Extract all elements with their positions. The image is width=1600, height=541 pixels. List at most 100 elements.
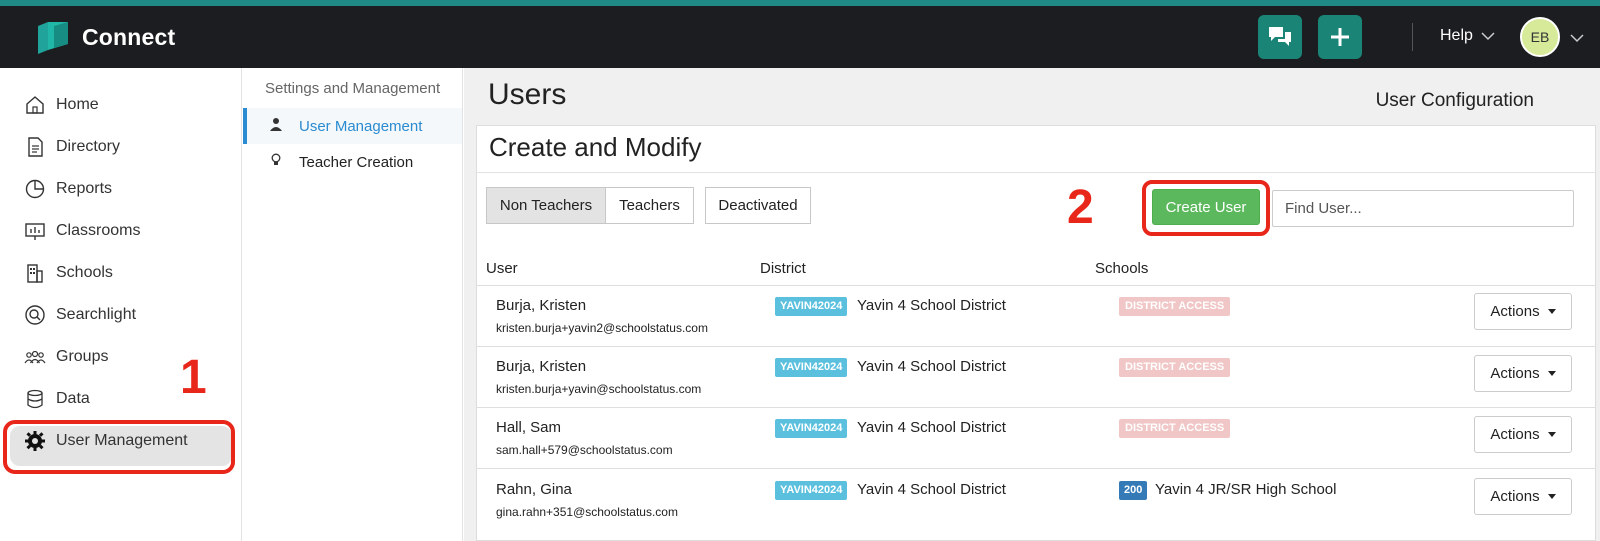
help-label: Help — [1440, 27, 1473, 44]
sidebar-item-label: Schools — [56, 264, 113, 281]
user-email: gina.rahn+351@schoolstatus.com — [496, 505, 678, 519]
top-bar: Connect Help EB — [0, 6, 1600, 68]
district-access-badge: DISTRICT ACCESS — [1119, 358, 1231, 377]
sidebar-item-label: Groups — [56, 348, 109, 365]
district-code-badge: YAVIN42024 — [775, 358, 848, 377]
lightbulb-icon — [269, 153, 283, 171]
subnav-item-label: User Management — [299, 117, 423, 135]
sidebar-item-label: Data — [56, 390, 90, 407]
actions-dropdown-button[interactable]: Actions — [1474, 293, 1572, 330]
district-code-badge: YAVIN42024 — [775, 297, 848, 316]
actions-label: Actions — [1490, 303, 1540, 320]
brand[interactable]: Connect — [36, 20, 175, 54]
sidebar-item-data[interactable]: Data — [24, 384, 90, 414]
tab-deactivated[interactable]: Deactivated — [705, 187, 811, 224]
sidebar-item-label: Reports — [56, 180, 113, 197]
sidebar-item-home[interactable]: Home — [24, 90, 99, 120]
table-divider — [477, 285, 1595, 286]
app-name: Connect — [82, 23, 176, 50]
connect-logo-icon — [36, 20, 70, 54]
sidebar-item-schools[interactable]: Schools — [24, 258, 113, 288]
user-email: kristen.burja+yavin2@schoolstatus.com — [496, 321, 708, 335]
district-name: Yavin 4 School District — [857, 419, 1006, 436]
topbar-divider — [1412, 23, 1413, 51]
person-icon — [269, 117, 283, 135]
chat-icon — [1269, 27, 1291, 46]
district-code-badge: YAVIN42024 — [775, 419, 848, 438]
searchlight-icon — [25, 305, 45, 325]
find-user-input[interactable] — [1272, 190, 1574, 227]
caret-down-icon — [1547, 432, 1556, 437]
avatar[interactable]: EB — [1520, 17, 1560, 57]
annotation-step2-number: 2 — [1067, 181, 1094, 234]
schools-icon — [27, 264, 43, 283]
actions-label: Actions — [1490, 426, 1540, 443]
actions-dropdown-button[interactable]: Actions — [1474, 355, 1572, 392]
sidebar-item-groups[interactable]: Groups — [24, 342, 108, 372]
home-icon — [26, 96, 44, 114]
user-name[interactable]: Rahn, Gina — [496, 481, 572, 498]
user-configuration-link[interactable]: User Configuration — [1376, 90, 1534, 112]
subnav-item-label: Teacher Creation — [299, 153, 414, 171]
actions-dropdown-button[interactable]: Actions — [1474, 478, 1572, 515]
table-divider — [477, 407, 1595, 408]
subnav-item-teacher-creation[interactable]: Teacher Creation — [243, 144, 462, 180]
sidebar-item-label: Classrooms — [56, 222, 141, 239]
sidebar-item-searchlight[interactable]: Searchlight — [24, 300, 136, 330]
table-divider — [477, 346, 1595, 347]
sidebar-item-reports[interactable]: Reports — [24, 174, 112, 204]
settings-subnav: Settings and Management User Management … — [243, 68, 463, 541]
district-name: Yavin 4 School District — [857, 358, 1006, 375]
tab-non-teachers[interactable]: Non Teachers — [486, 187, 606, 224]
chevron-down-icon[interactable] — [1570, 30, 1584, 48]
subnav-title: Settings and Management — [265, 80, 441, 97]
school-name: Yavin 4 JR/SR High School — [1155, 481, 1337, 498]
district-name: Yavin 4 School District — [857, 481, 1006, 498]
caret-down-icon — [1547, 309, 1556, 314]
directory-icon — [28, 137, 43, 157]
actions-dropdown-button[interactable]: Actions — [1474, 416, 1572, 453]
table-divider — [477, 468, 1595, 469]
sidebar-item-label: Searchlight — [56, 306, 137, 323]
sidebar-item-classrooms[interactable]: Classrooms — [24, 216, 140, 246]
panel-title: Create and Modify — [489, 132, 702, 162]
add-button[interactable] — [1318, 15, 1362, 59]
user-name[interactable]: Hall, Sam — [496, 419, 561, 436]
page-title: Users — [488, 78, 567, 111]
district-access-badge: DISTRICT ACCESS — [1119, 419, 1231, 438]
annotation-highlight-step2 — [1142, 180, 1270, 236]
column-header-district: District — [760, 260, 806, 277]
chevron-down-icon — [1481, 31, 1495, 40]
annotation-step1-number: 1 — [180, 351, 207, 404]
sidebar: Home Directory Reports Classrooms School… — [0, 68, 242, 541]
sidebar-item-label: Home — [56, 96, 99, 113]
reports-icon — [25, 179, 45, 199]
school-code-badge: 200 — [1119, 481, 1148, 500]
user-name[interactable]: Burja, Kristen — [496, 358, 586, 375]
panel-divider — [477, 172, 1595, 173]
subnav-item-user-management[interactable]: User Management — [243, 108, 462, 144]
sidebar-item-directory[interactable]: Directory — [24, 132, 120, 162]
column-header-schools: Schools — [1095, 260, 1149, 277]
user-name[interactable]: Burja, Kristen — [496, 297, 586, 314]
data-icon — [27, 389, 43, 409]
user-email: sam.hall+579@schoolstatus.com — [496, 443, 673, 457]
district-name: Yavin 4 School District — [857, 297, 1006, 314]
tab-teachers[interactable]: Teachers — [605, 187, 694, 224]
actions-label: Actions — [1490, 488, 1540, 505]
classrooms-icon — [25, 223, 45, 240]
actions-label: Actions — [1490, 365, 1540, 382]
column-header-user: User — [486, 260, 518, 277]
main-content: Users User Configuration Create and Modi… — [464, 68, 1600, 541]
user-email: kristen.burja+yavin@schoolstatus.com — [496, 382, 702, 396]
caret-down-icon — [1547, 494, 1556, 499]
sidebar-item-label: Directory — [56, 138, 121, 155]
chat-button[interactable] — [1258, 15, 1302, 59]
caret-down-icon — [1547, 371, 1556, 376]
plus-icon — [1331, 28, 1349, 46]
annotation-highlight-step1 — [3, 420, 235, 474]
district-access-badge: DISTRICT ACCESS — [1119, 297, 1231, 316]
help-menu[interactable]: Help — [1440, 27, 1495, 45]
district-code-badge: YAVIN42024 — [775, 481, 848, 500]
groups-icon — [24, 350, 46, 364]
